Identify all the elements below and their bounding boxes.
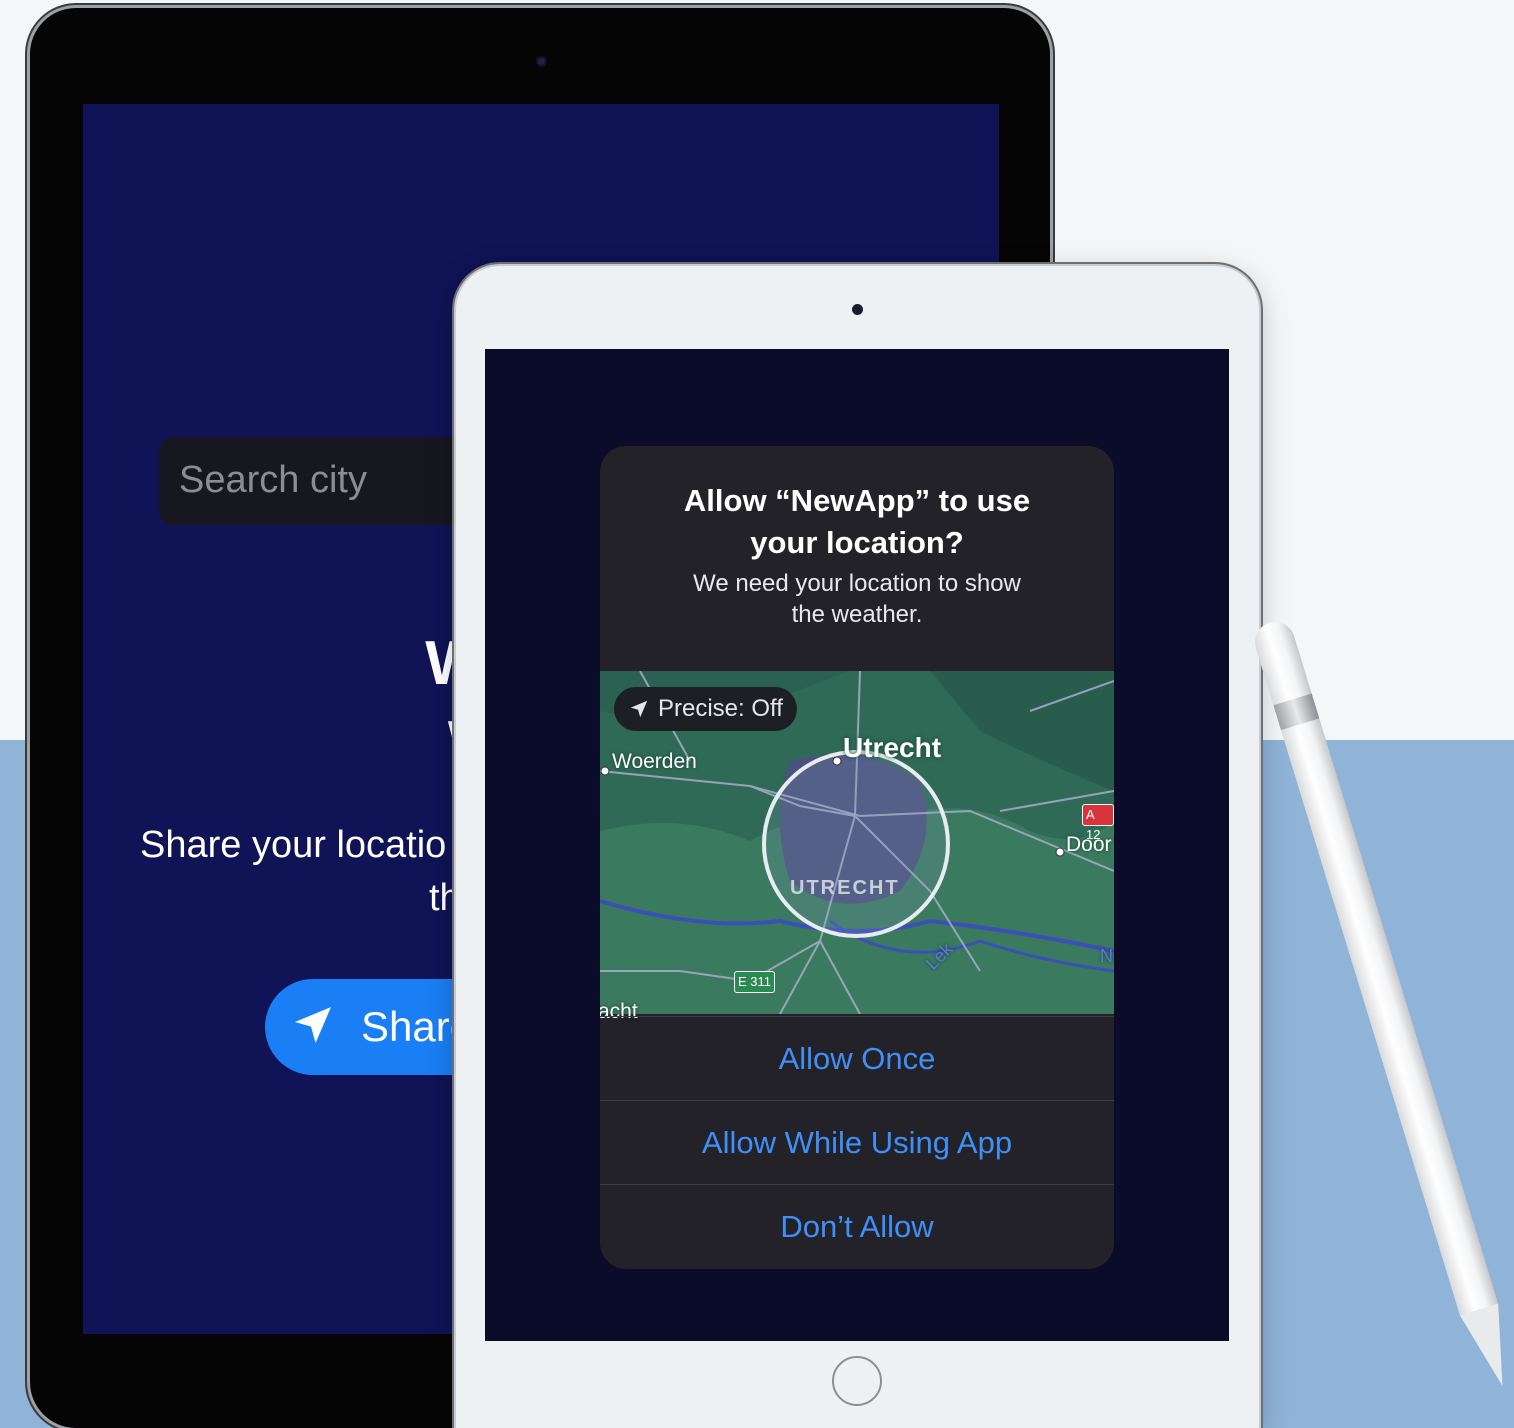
alert-title-line-1: Allow “NewApp” to use	[683, 483, 1031, 518]
front-ipad-screen: Allow “NewApp” to use your location? We …	[485, 349, 1229, 1341]
location-arrow-icon	[295, 1007, 331, 1043]
road-badge-a12: A 12	[1082, 804, 1114, 842]
map-label-n: N	[1100, 946, 1113, 966]
alert-message-line-2: the weather.	[791, 601, 923, 628]
allow-while-using-app-button[interactable]: Allow While Using App	[600, 1100, 1114, 1185]
home-button-icon	[832, 1356, 882, 1406]
precise-location-icon	[630, 700, 648, 718]
alert-title: Allow “NewApp” to use your location?	[630, 480, 1084, 564]
location-permission-alert: Allow “NewApp” to use your location? We …	[600, 446, 1114, 1269]
back-camera-icon	[536, 56, 547, 67]
precise-location-toggle[interactable]: Precise: Off	[614, 687, 797, 731]
front-camera-icon	[852, 304, 863, 315]
allow-once-button[interactable]: Allow Once	[600, 1016, 1114, 1101]
alert-title-line-2: your location?	[750, 525, 964, 560]
search-placeholder: Search city	[179, 459, 367, 501]
map-label-woerden: Woerden	[612, 750, 697, 773]
front-ipad: Allow “NewApp” to use your location? We …	[456, 266, 1259, 1428]
map-label-district: UTRECHT	[790, 877, 900, 899]
road-badge-e311: E 311	[734, 971, 776, 993]
alert-message: We need your location to show the weathe…	[640, 568, 1074, 630]
map-label-utrecht: Utrecht	[843, 732, 942, 763]
precise-toggle-label: Precise: Off	[658, 695, 783, 722]
location-map: Precise: Off Woerden Utrecht UTRECHT Doo…	[600, 671, 1114, 1023]
dont-allow-button[interactable]: Don’t Allow	[600, 1184, 1114, 1269]
alert-message-line-1: We need your location to show	[693, 570, 1021, 597]
